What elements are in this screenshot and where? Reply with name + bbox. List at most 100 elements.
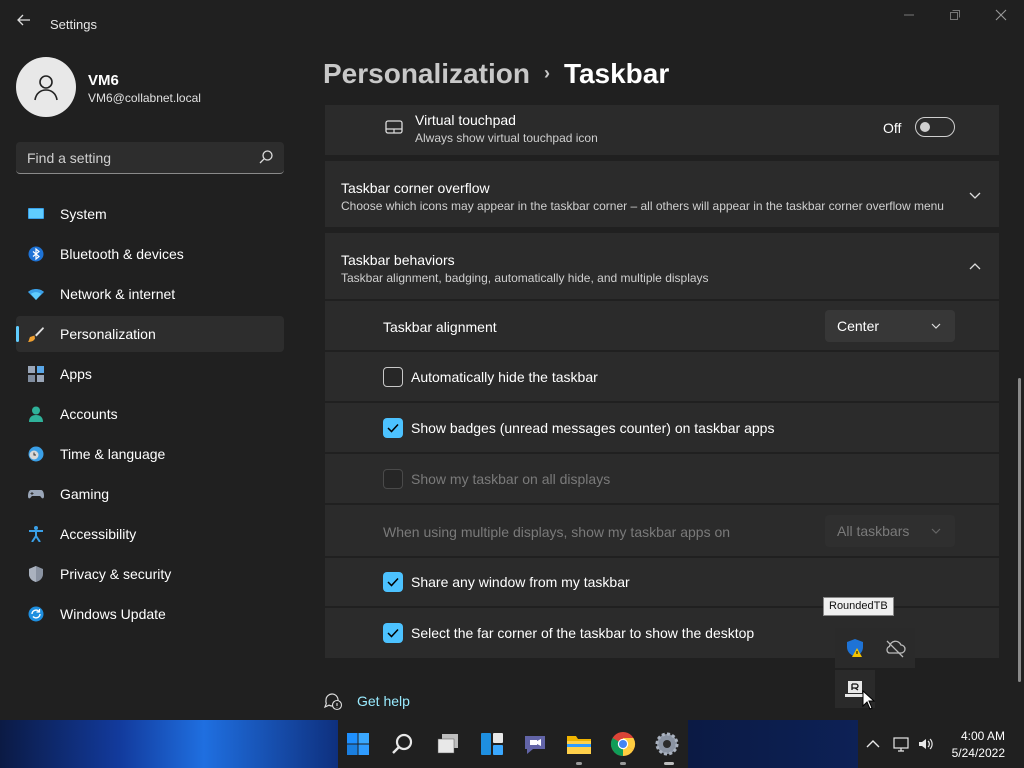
chevron-down-icon bbox=[931, 323, 941, 329]
chevron-down-icon[interactable] bbox=[969, 189, 981, 201]
close-button[interactable] bbox=[978, 4, 1024, 36]
sidebar-nav: System Bluetooth & devices Network & int… bbox=[16, 196, 284, 636]
sidebar-item-apps[interactable]: Apps bbox=[16, 356, 284, 392]
app-title: Settings bbox=[50, 17, 97, 32]
far-corner-checkbox[interactable] bbox=[383, 623, 403, 643]
network-icon[interactable] bbox=[892, 735, 910, 753]
sidebar-item-windows-update[interactable]: Windows Update bbox=[16, 596, 284, 632]
settings-gear-icon[interactable] bbox=[653, 730, 681, 758]
clock-globe-icon bbox=[28, 446, 44, 462]
breadcrumb-separator: › bbox=[543, 63, 550, 83]
sidebar-item-label: Privacy & security bbox=[60, 566, 172, 582]
taskbar-behaviors-title: Taskbar behaviors bbox=[341, 252, 455, 268]
back-arrow-icon bbox=[17, 14, 30, 26]
search-icon[interactable] bbox=[389, 730, 417, 758]
tooltip: RoundedTB bbox=[823, 597, 894, 616]
accessibility-icon bbox=[29, 526, 43, 542]
windows-start-icon[interactable] bbox=[344, 730, 372, 758]
search-input[interactable] bbox=[16, 142, 246, 173]
far-corner-label: Select the far corner of the taskbar to … bbox=[411, 625, 755, 641]
multi-display-label: When using multiple displays, show my ta… bbox=[383, 524, 731, 540]
sidebar-item-bluetooth[interactable]: Bluetooth & devices bbox=[16, 236, 284, 272]
taskbar-alignment-row: Taskbar alignment Center bbox=[325, 301, 999, 350]
auto-hide-label: Automatically hide the taskbar bbox=[411, 369, 598, 385]
sidebar-item-label: Bluetooth & devices bbox=[60, 246, 184, 262]
title-bar: Settings bbox=[0, 0, 1024, 48]
apps-icon bbox=[28, 366, 44, 382]
minimize-button[interactable] bbox=[886, 4, 932, 36]
chevron-up-icon[interactable] bbox=[864, 735, 882, 753]
sidebar-item-gaming[interactable]: Gaming bbox=[16, 476, 284, 512]
sidebar: VM6 VM6@collabnet.local System Bluetooth… bbox=[0, 48, 300, 720]
auto-hide-checkbox[interactable] bbox=[383, 367, 403, 387]
minimize-icon bbox=[904, 14, 914, 16]
monitor-icon bbox=[28, 208, 44, 219]
taskbar-alignment-dropdown[interactable]: Center bbox=[825, 310, 955, 342]
teams-chat-icon[interactable] bbox=[521, 730, 549, 758]
mouse-cursor-icon bbox=[862, 690, 876, 710]
sidebar-item-label: Accounts bbox=[60, 406, 118, 422]
sidebar-item-label: Personalization bbox=[60, 326, 156, 342]
cloud-off-icon[interactable] bbox=[883, 636, 907, 660]
running-indicator bbox=[620, 762, 626, 765]
breadcrumb-parent[interactable]: Personalization bbox=[323, 58, 530, 89]
corner-overflow-card[interactable]: Taskbar corner overflow Choose which ico… bbox=[325, 161, 999, 227]
chrome-icon[interactable] bbox=[609, 730, 637, 758]
clock-date[interactable]: 5/24/2022 bbox=[952, 746, 1005, 760]
system-tray: 4:00 AM 5/24/2022 bbox=[858, 720, 1024, 768]
sidebar-item-time-language[interactable]: Time & language bbox=[16, 436, 284, 472]
search-box[interactable] bbox=[16, 142, 284, 174]
avatar[interactable] bbox=[16, 57, 76, 117]
user-name: VM6 bbox=[88, 72, 119, 89]
chevron-up-icon[interactable] bbox=[969, 261, 981, 273]
file-explorer-icon[interactable] bbox=[565, 730, 593, 758]
sidebar-item-label: Apps bbox=[60, 366, 92, 382]
sidebar-item-personalization[interactable]: Personalization bbox=[16, 316, 284, 352]
sidebar-item-label: Accessibility bbox=[60, 526, 137, 542]
checkmark-icon bbox=[387, 628, 399, 638]
scrollbar-thumb[interactable] bbox=[1018, 378, 1021, 682]
touchpad-icon bbox=[385, 120, 403, 134]
badges-row: Show badges (unread messages counter) on… bbox=[325, 403, 999, 452]
search-icon[interactable] bbox=[258, 149, 274, 165]
shield-warning-icon[interactable] bbox=[843, 636, 867, 660]
sidebar-item-accessibility[interactable]: Accessibility bbox=[16, 516, 284, 552]
share-window-checkbox[interactable] bbox=[383, 572, 403, 592]
sidebar-item-network[interactable]: Network & internet bbox=[16, 276, 284, 312]
volume-icon[interactable] bbox=[917, 735, 935, 753]
corner-overflow-desc: Choose which icons may appear in the tas… bbox=[341, 199, 944, 213]
auto-hide-row: Automatically hide the taskbar bbox=[325, 352, 999, 401]
taskbar-behaviors-desc: Taskbar alignment, badging, automaticall… bbox=[341, 271, 709, 285]
page-title: Taskbar bbox=[563, 58, 670, 89]
all-displays-checkbox bbox=[383, 469, 403, 489]
dropdown-value: All taskbars bbox=[837, 523, 910, 539]
settings-content: Virtual touchpad Always show virtual tou… bbox=[325, 105, 999, 660]
widgets-icon[interactable] bbox=[478, 730, 506, 758]
maximize-button[interactable] bbox=[932, 4, 978, 36]
taskbar-apps bbox=[338, 720, 688, 768]
badges-label: Show badges (unread messages counter) on… bbox=[411, 420, 775, 436]
back-button[interactable] bbox=[12, 12, 36, 36]
virtual-touchpad-desc: Always show virtual touchpad icon bbox=[415, 131, 598, 145]
checkmark-icon bbox=[387, 423, 399, 433]
shield-icon bbox=[29, 566, 43, 582]
sidebar-item-label: Time & language bbox=[60, 446, 166, 462]
person-icon bbox=[34, 75, 58, 101]
task-view-icon[interactable] bbox=[434, 730, 462, 758]
close-icon bbox=[995, 9, 1007, 21]
badges-checkbox[interactable] bbox=[383, 418, 403, 438]
tray-overflow-flyout bbox=[835, 628, 915, 668]
sidebar-item-system[interactable]: System bbox=[16, 196, 284, 232]
sidebar-item-label: Network & internet bbox=[60, 286, 176, 302]
virtual-touchpad-toggle[interactable] bbox=[915, 117, 955, 137]
active-indicator bbox=[664, 762, 674, 765]
get-help-label: Get help bbox=[357, 693, 410, 709]
sidebar-item-accounts[interactable]: Accounts bbox=[16, 396, 284, 432]
share-window-row: Share any window from my taskbar bbox=[325, 558, 999, 606]
corner-overflow-title: Taskbar corner overflow bbox=[341, 180, 490, 196]
update-icon bbox=[28, 606, 44, 622]
sidebar-item-privacy[interactable]: Privacy & security bbox=[16, 556, 284, 592]
clock-time[interactable]: 4:00 AM bbox=[961, 729, 1005, 743]
virtual-touchpad-row: Virtual touchpad Always show virtual tou… bbox=[325, 105, 999, 155]
taskbar-behaviors-card[interactable]: Taskbar behaviors Taskbar alignment, bad… bbox=[325, 233, 999, 299]
